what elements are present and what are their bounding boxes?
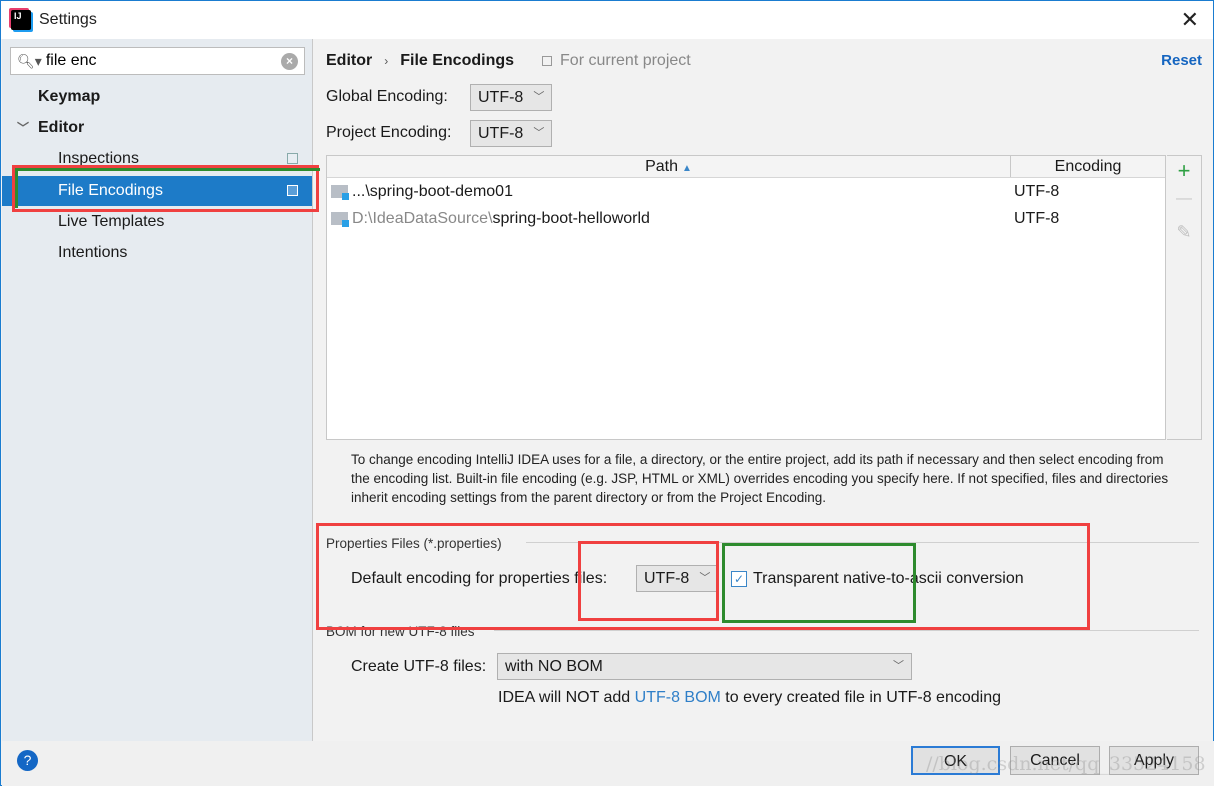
table-toolbar: + — ✎ <box>1167 155 1202 440</box>
path-name: spring-boot-demo01 <box>369 182 513 200</box>
select-value: UTF-8 <box>478 89 524 106</box>
note-text: IDEA will NOT add <box>498 689 635 706</box>
select-value: UTF-8 <box>644 570 690 587</box>
column-label: Path <box>645 158 678 175</box>
bom-group-title: BOM for new UTF-8 files <box>326 624 475 639</box>
sidebar-item-file-encodings[interactable]: File Encodings <box>2 176 312 206</box>
encoding-cell[interactable]: UTF-8 <box>1011 183 1059 201</box>
sidebar-item-label: Intentions <box>58 244 128 261</box>
project-encoding-label: Project Encoding: <box>326 124 452 141</box>
global-encoding-label: Global Encoding: <box>326 88 448 105</box>
global-encoding-select[interactable]: UTF-8 ﹀ <box>470 84 553 111</box>
window-title: Settings <box>39 11 97 28</box>
reset-link[interactable]: Reset <box>1161 52 1202 69</box>
breadcrumb-separator: › <box>384 54 389 68</box>
remove-icon[interactable]: — <box>1167 190 1201 208</box>
title-bar: Settings ✕ <box>1 1 1213 39</box>
group-divider <box>494 630 1199 631</box>
chevron-down-icon[interactable]: ﹀ <box>17 113 29 143</box>
breadcrumb: Editor › File Encodings For current proj… <box>326 52 691 70</box>
ok-button[interactable]: OK <box>911 746 1000 775</box>
select-value: with NO BOM <box>505 658 603 675</box>
settings-search[interactable]: 🔍︎▾ × <box>10 47 305 75</box>
help-icon[interactable]: ? <box>17 750 38 771</box>
sidebar-item-label: Keymap <box>38 88 101 105</box>
native-to-ascii-label[interactable]: Transparent native-to-ascii conversion <box>753 570 1024 588</box>
clear-search-icon[interactable]: × <box>281 53 298 70</box>
help-text: To change encoding IntelliJ IDEA uses fo… <box>351 452 1169 505</box>
search-icon[interactable]: 🔍︎▾ <box>17 53 42 70</box>
properties-default-label: Default encoding for properties files: <box>351 570 608 587</box>
chevron-down-icon: ﹀ <box>893 660 904 672</box>
sidebar-item-inspections[interactable]: Inspections <box>2 144 312 174</box>
scope-text: For current project <box>560 52 691 69</box>
utf8-bom-link[interactable]: UTF-8 BOM <box>635 689 721 706</box>
project-scope-icon <box>542 56 553 66</box>
project-encoding-select[interactable]: UTF-8 ﹀ <box>470 120 553 147</box>
search-input[interactable] <box>45 52 276 70</box>
breadcrumb-current: File Encodings <box>400 52 515 69</box>
column-header-path[interactable]: Path ▲ <box>327 156 1011 177</box>
path-cell: D:\IdeaDataSource\ spring-boot-helloworld <box>327 210 1011 228</box>
edit-icon[interactable]: ✎ <box>1167 222 1201 243</box>
close-button[interactable]: ✕ <box>1181 7 1199 33</box>
encoding-cell[interactable]: UTF-8 <box>1011 210 1059 228</box>
path-cell: ...\ spring-boot-demo01 <box>327 183 1011 201</box>
add-icon[interactable]: + <box>1167 158 1201 184</box>
scope-label: For current project <box>542 52 691 70</box>
sidebar-item-live-templates[interactable]: Live Templates <box>2 207 312 237</box>
column-header-encoding[interactable]: Encoding <box>1011 156 1165 177</box>
sidebar-item-keymap[interactable]: Keymap <box>2 82 312 112</box>
table-header: Path ▲ Encoding <box>327 156 1165 178</box>
settings-sidebar: 🔍︎▾ × Keymap ﹀ Editor Inspections File E… <box>2 39 313 741</box>
table-row[interactable]: D:\IdeaDataSource\ spring-boot-helloworld… <box>327 205 1165 232</box>
settings-content: Editor › File Encodings For current proj… <box>314 39 1214 741</box>
dialog-footer: ? OK Cancel Apply <box>2 741 1214 786</box>
path-prefix: D:\IdeaDataSource\ <box>352 209 493 227</box>
table-row[interactable]: ...\ spring-boot-demo01 UTF-8 <box>327 178 1165 205</box>
sidebar-item-label: Editor <box>38 119 85 136</box>
note-text: to every created file in UTF-8 encoding <box>720 689 1001 706</box>
encoding-mappings-table[interactable]: Path ▲ Encoding ...\ spring-boot-demo01 UT… <box>326 155 1166 440</box>
project-scope-icon <box>287 153 298 164</box>
path-prefix: ...\ <box>352 182 370 200</box>
sidebar-item-intentions[interactable]: Intentions <box>2 238 312 268</box>
create-utf8-label: Create UTF-8 files: <box>351 658 487 675</box>
intellij-logo-icon <box>11 10 31 30</box>
settings-dialog: Settings ✕ 🔍︎▾ × Keymap ﹀ Editor Inspect… <box>0 0 1214 786</box>
apply-button[interactable]: Apply <box>1109 746 1199 775</box>
properties-encoding-select[interactable]: UTF-8 ﹀ <box>636 565 719 592</box>
bom-note: IDEA will NOT add UTF-8 BOM to every cre… <box>498 689 1001 707</box>
select-value: UTF-8 <box>478 125 524 142</box>
chevron-down-icon: ﹀ <box>533 91 545 103</box>
breadcrumb-parent: Editor <box>326 52 373 69</box>
properties-group-title: Properties Files (*.properties) <box>326 536 502 551</box>
module-folder-icon <box>331 212 349 227</box>
project-scope-icon <box>287 185 298 196</box>
path-name: spring-boot-helloworld <box>492 209 650 227</box>
sidebar-item-editor[interactable]: ﹀ Editor <box>2 113 312 143</box>
chevron-down-icon: ﹀ <box>533 127 545 139</box>
sort-ascending-icon: ▲ <box>682 163 692 174</box>
sidebar-item-label: File Encodings <box>58 182 163 199</box>
chevron-down-icon: ﹀ <box>699 572 711 584</box>
sidebar-item-label: Inspections <box>58 150 139 167</box>
native-to-ascii-checkbox[interactable]: ✓ <box>731 571 747 587</box>
cancel-button[interactable]: Cancel <box>1010 746 1100 775</box>
group-divider <box>526 542 1199 543</box>
bom-select[interactable]: with NO BOM ﹀ <box>497 653 912 680</box>
sidebar-item-label: Live Templates <box>58 213 165 230</box>
module-folder-icon <box>331 185 349 200</box>
